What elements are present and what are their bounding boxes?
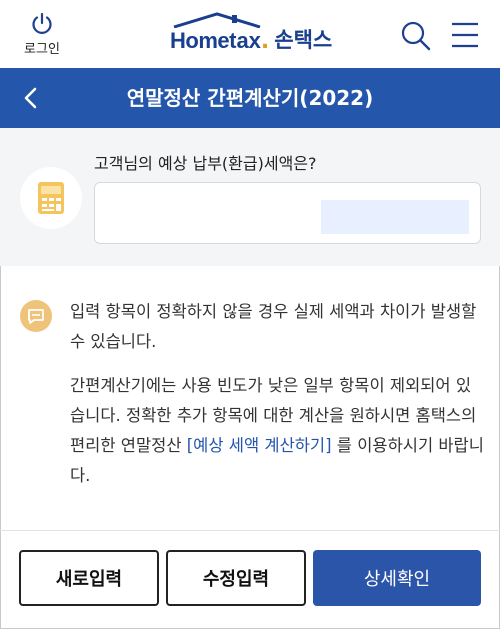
hometax-logo[interactable]: Home tax . 손택스 bbox=[170, 12, 333, 54]
result-panel: 고객님의 예상 납부(환급)세액은? bbox=[0, 128, 500, 266]
power-icon bbox=[32, 12, 52, 34]
edit-input-button[interactable]: 수정입력 bbox=[166, 550, 306, 606]
hamburger-menu-icon bbox=[452, 22, 478, 48]
login-button[interactable]: 로그인 bbox=[22, 12, 62, 57]
logo-korean-text: 손택스 bbox=[274, 28, 333, 52]
app-header: 로그인 Home tax . 손택스 bbox=[0, 0, 500, 68]
question-label: 고객님의 예상 납부(환급)세액은? bbox=[94, 154, 317, 173]
search-button[interactable] bbox=[400, 20, 432, 52]
tax-result-value bbox=[321, 200, 469, 234]
notice-paragraph-2: 간편계산기에는 사용 빈도가 낮은 일부 항목이 제외되어 있습니다. 정확한 … bbox=[70, 371, 484, 491]
logo-home-text: Home bbox=[170, 28, 230, 53]
notice-paragraph-1: 입력 항목이 정확하지 않을 경우 실제 세액과 차이가 발생할 수 있습니다. bbox=[70, 302, 477, 351]
back-button[interactable] bbox=[18, 85, 44, 111]
new-input-button[interactable]: 새로입력 bbox=[19, 550, 159, 606]
logo-dot: . bbox=[260, 29, 270, 54]
estimate-tax-link[interactable]: [예상 세액 계산하기] bbox=[187, 436, 332, 455]
page-title: 연말정산 간편계산기(2022) bbox=[126, 86, 374, 110]
notice-text: 입력 항목이 정확하지 않을 경우 실제 세액과 차이가 발생할 수 있습니다.… bbox=[70, 297, 484, 505]
chevron-left-icon bbox=[24, 87, 37, 109]
divider bbox=[0, 530, 500, 531]
title-bar: 연말정산 간편계산기(2022) bbox=[0, 68, 500, 128]
speech-bubble-icon bbox=[28, 309, 44, 324]
detail-button[interactable]: 상세확인 bbox=[313, 550, 481, 606]
login-label: 로그인 bbox=[24, 42, 60, 57]
notice-badge bbox=[20, 300, 52, 332]
logo-tax-text: tax bbox=[229, 28, 261, 53]
calculator-badge bbox=[20, 167, 82, 229]
search-icon bbox=[401, 21, 431, 51]
house-roof-icon bbox=[173, 12, 261, 28]
tax-result-field bbox=[94, 182, 481, 244]
calculator-icon bbox=[38, 182, 64, 214]
menu-button[interactable] bbox=[450, 20, 480, 50]
